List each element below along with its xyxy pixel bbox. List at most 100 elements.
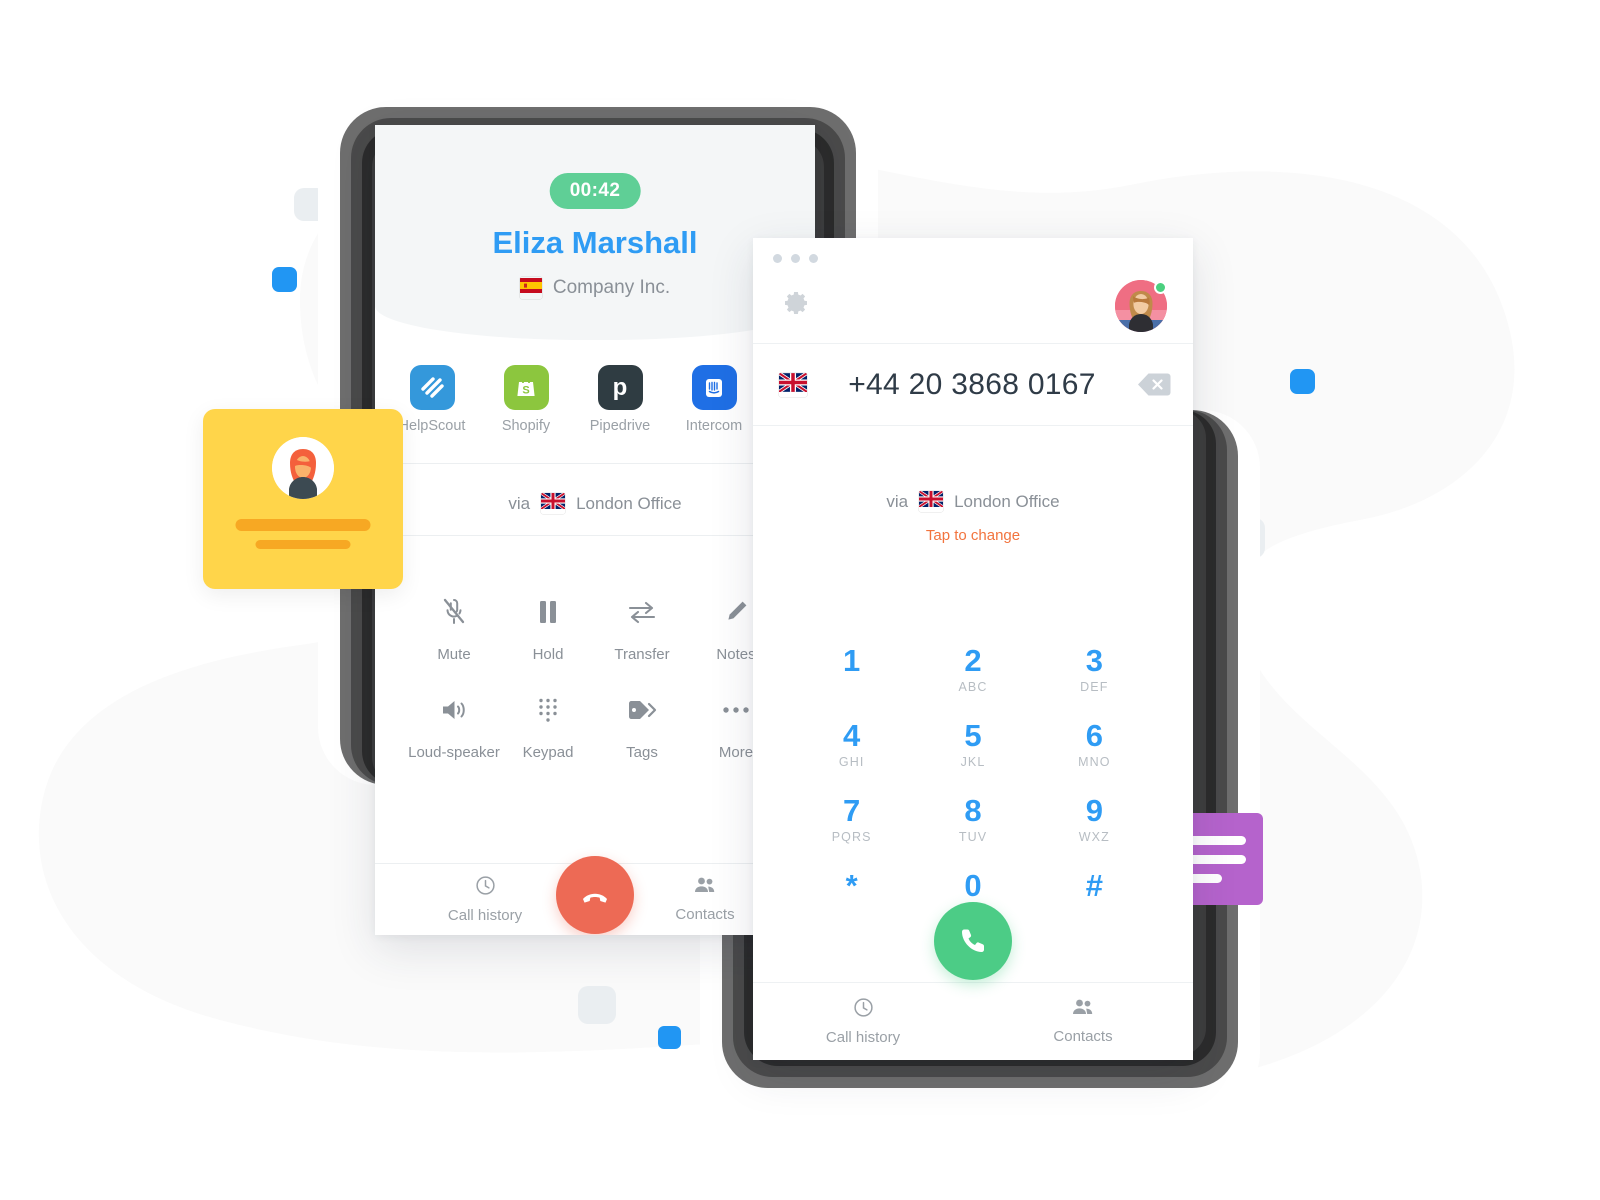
- pipedrive-icon: p: [597, 365, 643, 410]
- key-digit: 5: [964, 718, 982, 754]
- svg-text:S: S: [522, 385, 529, 397]
- mic-off-icon: [407, 595, 501, 629]
- tab-label: Call history: [447, 907, 523, 924]
- uk-flag-icon: [541, 493, 566, 514]
- caller-company-label: Company Inc.: [552, 277, 671, 298]
- window-dot: [773, 254, 782, 263]
- app-label: Intercom: [685, 418, 743, 434]
- card-bar-secondary: [255, 540, 351, 549]
- dialer-tabbar: Call history Contacts: [753, 982, 1193, 1060]
- phone-number-input[interactable]: +44 20 3868 0167: [807, 368, 1137, 402]
- key-digit: *: [845, 868, 858, 904]
- decor-square-grey-3: [578, 986, 616, 1024]
- clock-icon: [753, 997, 973, 1022]
- helpscout-icon: [409, 365, 455, 410]
- dialpad-key-6[interactable]: 6 MNO: [1034, 713, 1155, 776]
- tap-to-change-link[interactable]: Tap to change: [753, 527, 1193, 544]
- tag-icon: [595, 693, 689, 727]
- key-letters: GHI: [838, 755, 865, 770]
- control-loudspeaker[interactable]: Loud-speaker: [407, 693, 501, 763]
- dialpad-key-hash[interactable]: #: [1034, 863, 1155, 926]
- control-label: Keypad: [522, 743, 574, 761]
- card-avatar-icon: [272, 437, 334, 499]
- key-digit: 7: [843, 793, 861, 829]
- spain-flag-icon: [519, 277, 542, 299]
- integration-apps-row: HelpScout S Shopify p Pipedrive Intercom: [375, 365, 815, 434]
- call-button[interactable]: [934, 902, 1012, 980]
- keypad-dots-icon: [501, 693, 595, 727]
- phone-number-row: +44 20 3868 0167: [753, 344, 1193, 426]
- control-label: Transfer: [614, 646, 670, 663]
- dialpad-key-5[interactable]: 5 JKL: [912, 713, 1033, 776]
- control-tags[interactable]: Tags: [595, 693, 689, 763]
- dialpad-key-1[interactable]: 1: [791, 638, 912, 701]
- key-digit: 6: [1085, 718, 1103, 754]
- divider: [375, 535, 815, 536]
- app-pipedrive[interactable]: p Pipedrive: [573, 365, 667, 434]
- key-digit: 8: [964, 793, 982, 829]
- key-digit: 1: [843, 643, 861, 678]
- tab-call-history[interactable]: Call history: [753, 997, 973, 1046]
- uk-flag-icon: [919, 491, 944, 512]
- app-shopify[interactable]: S Shopify: [479, 365, 573, 434]
- control-label: Loud-speaker: [408, 743, 500, 761]
- divider: [375, 463, 815, 464]
- control-hold[interactable]: Hold: [501, 595, 595, 665]
- via-location-label: London Office: [954, 491, 1060, 511]
- key-letters: PQRS: [831, 830, 872, 845]
- intercom-icon: [691, 365, 737, 410]
- tab-contacts[interactable]: Contacts: [973, 998, 1193, 1045]
- phone-call-icon: [962, 929, 984, 952]
- call-via-row[interactable]: via London Office: [375, 493, 815, 514]
- shopify-icon: S: [503, 365, 549, 410]
- dialpad-key-4[interactable]: 4 GHI: [791, 713, 912, 776]
- card-bar-primary: [235, 519, 371, 531]
- app-label: Pipedrive: [589, 418, 651, 434]
- control-mute[interactable]: Mute: [407, 595, 501, 665]
- app-intercom[interactable]: Intercom: [667, 365, 761, 434]
- call-controls-grid: Mute Hold Transfer Notes Loud-speaker Ke…: [407, 595, 783, 763]
- dialpad-key-9[interactable]: 9 WXZ: [1034, 788, 1155, 851]
- dialpad-key-2[interactable]: 2 ABC: [912, 638, 1033, 701]
- tab-label: Contacts: [1053, 1028, 1113, 1045]
- contacts-icon: [973, 998, 1193, 1021]
- decor-square-blue-1: [272, 267, 297, 292]
- settings-button[interactable]: [781, 288, 811, 323]
- key-letters: MNO: [1078, 755, 1111, 770]
- key-letters: [791, 680, 912, 695]
- uk-flag-icon: [779, 372, 807, 397]
- control-transfer[interactable]: Transfer: [595, 595, 689, 665]
- via-prefix-label: via: [508, 493, 531, 513]
- control-keypad[interactable]: Keypad: [501, 693, 595, 763]
- key-digit: 2: [964, 643, 982, 678]
- contact-card-illustration: [203, 409, 403, 589]
- app-label: Shopify: [501, 418, 551, 434]
- key-letters: ABC: [958, 680, 988, 695]
- dialer-via-row[interactable]: via London Office: [753, 491, 1193, 512]
- control-label: Tags: [626, 743, 658, 761]
- user-avatar-button[interactable]: [1115, 280, 1167, 332]
- key-digit: #: [1085, 868, 1103, 904]
- transfer-arrows-icon: [595, 595, 689, 629]
- key-letters: DEF: [1080, 680, 1109, 695]
- hangup-button[interactable]: [556, 856, 634, 934]
- call-timer-badge: 00:42: [549, 173, 641, 209]
- dialpad-key-7[interactable]: 7 PQRS: [791, 788, 912, 851]
- screenshot-root: 00:42 Eliza Marshall Company Inc. HelpSc…: [0, 0, 1600, 1200]
- speaker-icon: [407, 693, 501, 727]
- dialpad-key-8[interactable]: 8 TUV: [912, 788, 1033, 851]
- window-dot: [791, 254, 800, 263]
- dialer-window: +44 20 3868 0167 via London Office Tap t…: [753, 238, 1193, 1060]
- window-dots-dialer[interactable]: [773, 254, 818, 263]
- via-prefix-label: via: [886, 491, 909, 511]
- tab-label: Contacts: [675, 906, 735, 923]
- dialpad-key-star[interactable]: *: [791, 863, 912, 926]
- key-digit: 0: [964, 868, 982, 904]
- caller-company-row: Company Inc.: [375, 277, 815, 299]
- backspace-button[interactable]: [1137, 372, 1171, 397]
- key-letters: [1034, 905, 1155, 920]
- backspace-icon: [1138, 373, 1171, 396]
- key-letters: [791, 905, 912, 920]
- dialpad-key-3[interactable]: 3 DEF: [1034, 638, 1155, 701]
- pause-icon: [501, 595, 595, 629]
